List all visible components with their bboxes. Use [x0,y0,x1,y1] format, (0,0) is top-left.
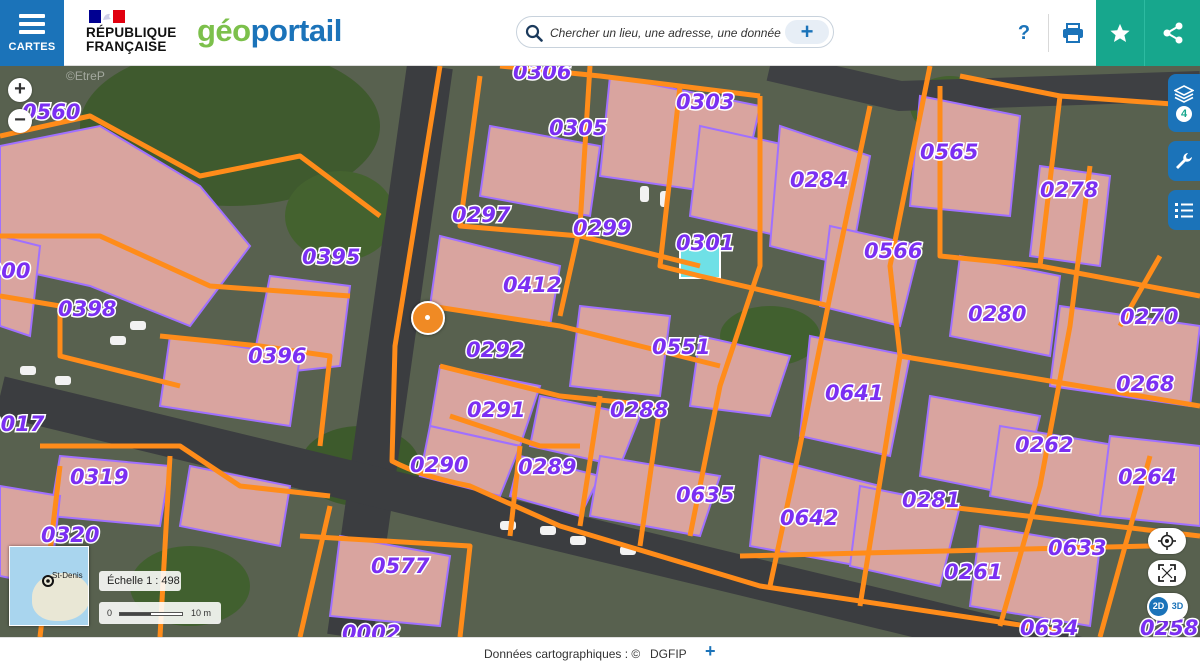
parcel-label[interactable]: 0319 [68,465,129,489]
header: CARTES RÉPUBLIQUE FRANÇAISE géoportail C… [0,0,1200,66]
parcel-label[interactable]: 0633 [1046,536,1107,560]
parcel-label[interactable]: 0396 [246,344,307,368]
search-bar[interactable]: Chercher un lieu, une adresse, une donné… [516,16,834,48]
republique-francaise-text: RÉPUBLIQUE FRANÇAISE [86,25,177,54]
location-marker[interactable] [411,301,445,335]
minimap-locator-icon [42,575,54,587]
data-provider-link[interactable]: DGFIP [650,647,687,661]
favorites-button[interactable] [1096,0,1144,66]
parcel-label[interactable]: 0002 [340,621,401,637]
parcel-label[interactable]: 0303 [674,90,735,114]
parcel-label[interactable]: 0412 [501,273,562,297]
parcel-label[interactable]: 0551 [650,335,711,359]
geoportail-logo[interactable]: géoportail [197,13,342,49]
parcel-label[interactable]: 0000 [0,259,32,283]
list-icon [1175,203,1193,218]
parcel-label[interactable]: 0305 [547,116,608,140]
menu-label: CARTES [8,40,56,53]
republique-francaise-logo: RÉPUBLIQUE FRANÇAISE [86,8,181,58]
parcel-label[interactable]: 0635 [674,483,735,507]
parcel-label[interactable]: 0634 [1018,616,1079,637]
parcel-label[interactable]: 0320 [39,523,100,547]
scale-bar-start: 0 [107,608,113,618]
wrench-icon [1176,153,1192,169]
scale-bar: 0 10 m [99,602,221,624]
scale-bar-graphic [119,612,183,616]
parcel-label[interactable]: 0395 [300,245,361,269]
data-credits-label: Données cartographiques : © [484,647,641,661]
parcel-label[interactable]: 0262 [1013,433,1074,457]
tools-tab[interactable] [1168,141,1200,181]
crosshair-icon [1158,532,1176,550]
parcel-label[interactable]: 0297 [450,203,511,227]
search-icon [525,24,543,42]
parcel-label[interactable]: 0261 [942,560,1003,584]
view-mode-toggle[interactable]: 2D 3D [1147,593,1188,621]
map-view[interactable]: ©EtreP 0306 0303 0560 0305 0565 0284 027… [0,66,1200,637]
parcel-label[interactable]: 0278 [1038,178,1099,202]
logo-part-portail: portail [250,13,343,48]
parcel-label[interactable]: 0268 [1114,372,1175,396]
scale-bar-end: 10 m [191,608,212,618]
parcel-label[interactable]: 0306 [511,66,572,84]
hamburger-icon [19,13,45,34]
geolocate-button[interactable] [1148,528,1186,554]
zoom-in-button[interactable]: + [8,78,32,102]
print-button[interactable] [1049,0,1097,66]
watermark-text: ©EtreP [66,69,105,83]
parcel-label[interactable]: 0641 [823,381,884,405]
logo-part-geo: géo [197,13,251,48]
mode-3d-button[interactable]: 3D [1168,597,1187,616]
marianne-flag-icon [89,10,125,23]
scale-ratio: Échelle 1 : 498 [99,571,181,591]
overview-minimap[interactable]: St-Denis [9,546,89,626]
layers-count-badge: 4 [1176,105,1192,122]
parcel-label[interactable]: 0264 [1116,465,1177,489]
parcel-label[interactable]: 0299 [571,216,632,240]
star-icon [1110,23,1130,42]
mode-2d-button[interactable]: 2D [1149,597,1168,616]
parcel-label[interactable]: 0280 [966,302,1027,326]
parcel-label[interactable]: 0289 [516,455,577,479]
share-button[interactable] [1144,0,1200,66]
maps-menu-button[interactable]: CARTES [0,0,64,66]
layers-icon [1174,84,1194,103]
zoom-out-button[interactable]: − [8,109,32,133]
legend-tab[interactable] [1168,190,1200,230]
parcel-label[interactable]: 0270 [1118,305,1179,329]
parcel-label[interactable]: 0017 [0,412,46,436]
parcel-label[interactable]: 0398 [56,297,117,321]
search-advanced-button[interactable]: + [785,20,829,44]
minimap-town-label: St-Denis [52,571,83,580]
search-input[interactable]: Chercher un lieu, une adresse, une donné… [550,26,781,40]
parcel-label[interactable]: 0642 [778,506,839,530]
parcel-label[interactable]: 0290 [408,453,469,477]
parcel-label[interactable]: 0565 [918,140,979,164]
parcel-label[interactable]: 0288 [608,398,669,422]
parcel-label[interactable]: 0284 [788,168,849,192]
more-credits-button[interactable]: + [705,641,716,662]
footer: Données cartographiques : © DGFIP + [0,637,1200,666]
parcel-label[interactable]: 0577 [369,554,430,578]
parcel-label[interactable]: 0292 [464,338,525,362]
fullscreen-button[interactable] [1148,560,1186,586]
share-icon [1163,22,1182,44]
parcel-label[interactable]: 0566 [862,239,923,263]
help-button[interactable]: ? [1000,0,1048,66]
cadastral-aerial-map [0,66,1200,637]
printer-icon [1063,23,1083,43]
fullscreen-icon [1158,564,1176,582]
parcel-label[interactable]: 0291 [465,398,526,422]
layers-tab[interactable]: 4 [1168,74,1200,132]
parcel-label[interactable]: 0301 [674,231,735,255]
parcel-label[interactable]: 0281 [900,488,961,512]
